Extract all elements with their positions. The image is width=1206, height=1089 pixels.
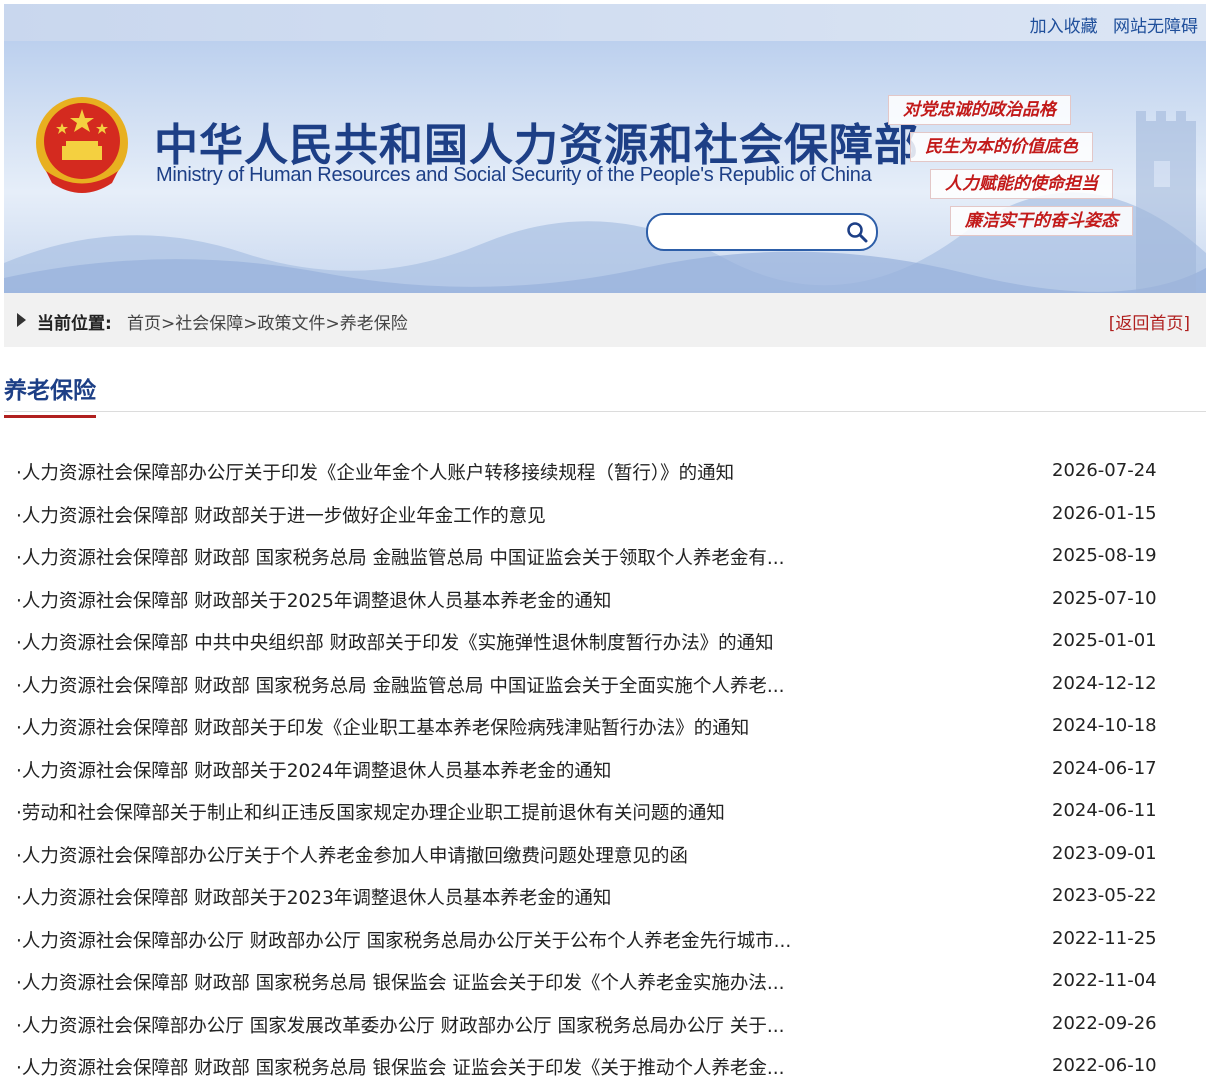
breadcrumb-policy-files[interactable]: 政策文件 bbox=[258, 314, 326, 334]
list-item[interactable]: ·人力资源社会保障部 财政部 国家税务总局 金融监管总局 中国证监会关于全面实施… bbox=[0, 664, 1206, 707]
article-title-link[interactable]: ·人力资源社会保障部 财政部关于印发《企业职工基本养老保险病残津贴暂行办法》的通… bbox=[16, 714, 749, 740]
article-title-link[interactable]: ·人力资源社会保障部 财政部关于2025年调整退休人员基本养老金的通知 bbox=[16, 587, 611, 613]
article-title-link[interactable]: ·人力资源社会保障部 财政部 国家税务总局 金融监管总局 中国证监会关于全面实施… bbox=[16, 672, 785, 698]
list-item[interactable]: ·劳动和社会保障部关于制止和纠正违反国家规定办理企业职工提前退休有关问题的通知 2… bbox=[0, 791, 1206, 834]
breadcrumb-separator: > bbox=[243, 314, 258, 334]
list-item[interactable]: ·人力资源社会保障部 财政部 国家税务总局 银保监会 证监会关于印发《关于推动个… bbox=[0, 1046, 1206, 1089]
breadcrumb-home[interactable]: 首页 bbox=[127, 314, 161, 334]
article-date: 2025-07-10 bbox=[1052, 587, 1157, 609]
article-title-link[interactable]: ·人力资源社会保障部 财政部关于2024年调整退休人员基本养老金的通知 bbox=[16, 757, 611, 783]
article-date: 2025-01-01 bbox=[1052, 630, 1157, 651]
article-date: 2024-10-18 bbox=[1052, 715, 1157, 736]
list-item[interactable]: ·人力资源社会保障部 财政部关于2024年调整退休人员基本养老金的通知 2024-… bbox=[0, 749, 1206, 792]
section-header: 养老保险 bbox=[4, 365, 1206, 418]
site-banner: 中华人民共和国人力资源和社会保障部 Ministry of Human Reso… bbox=[4, 41, 1206, 293]
article-title-link[interactable]: ·人力资源社会保障部办公厅关于印发《企业年金个人账户转移接续规程（暂行）》的通知 bbox=[16, 459, 734, 485]
article-date: 2026-07-24 bbox=[1052, 460, 1157, 481]
article-date: 2024-06-11 bbox=[1052, 800, 1157, 821]
list-item[interactable]: ·人力资源社会保障部办公厅 财政部办公厅 国家税务总局办公厅关于公布个人养老金先… bbox=[0, 919, 1206, 962]
article-date: 2023-09-01 bbox=[1052, 842, 1157, 864]
add-favorite-link[interactable]: 加入收藏 bbox=[1030, 17, 1098, 37]
top-utility-bar: 加入收藏 网站无障碍 bbox=[4, 4, 1206, 41]
article-title-link[interactable]: ·人力资源社会保障部 财政部 国家税务总局 金融监管总局 中国证监会关于领取个人… bbox=[16, 544, 785, 570]
breadcrumb-pension[interactable]: 养老保险 bbox=[340, 314, 408, 334]
article-title-link[interactable]: ·人力资源社会保障部 财政部关于2023年调整退休人员基本养老金的通知 bbox=[16, 884, 611, 910]
article-title-link[interactable]: ·人力资源社会保障部 中共中央组织部 财政部关于印发《实施弹性退休制度暂行办法》… bbox=[16, 629, 774, 655]
site-subtitle: Ministry of Human Resources and Social S… bbox=[156, 164, 872, 186]
slogan-1: 对党忠诚的政治品格 bbox=[888, 95, 1071, 125]
article-date: 2022-09-26 bbox=[1052, 1012, 1157, 1034]
list-item[interactable]: ·人力资源社会保障部 财政部关于进一步做好企业年金工作的意见 2026-01-15 bbox=[0, 494, 1206, 537]
breadcrumb-label: 当前位置: bbox=[37, 314, 112, 334]
breadcrumb-separator: > bbox=[325, 314, 340, 334]
play-arrow-icon bbox=[17, 313, 26, 327]
section-title: 养老保险 bbox=[4, 371, 96, 418]
back-home-link[interactable]: [返回首页] bbox=[1109, 309, 1190, 334]
article-date: 2025-08-19 bbox=[1052, 545, 1157, 566]
article-list: ·人力资源社会保障部办公厅关于印发《企业年金个人账户转移接续规程（暂行）》的通知… bbox=[0, 451, 1206, 1089]
list-item[interactable]: ·人力资源社会保障部 财政部 国家税务总局 银保监会 证监会关于印发《个人养老金… bbox=[0, 961, 1206, 1004]
slogan-2: 民生为本的价值底色 bbox=[910, 132, 1093, 162]
breadcrumb-social-security[interactable]: 社会保障 bbox=[175, 314, 243, 334]
article-title-link[interactable]: ·人力资源社会保障部办公厅 财政部办公厅 国家税务总局办公厅关于公布个人养老金先… bbox=[16, 927, 791, 953]
list-item[interactable]: ·人力资源社会保障部 财政部关于印发《企业职工基本养老保险病残津贴暂行办法》的通… bbox=[0, 706, 1206, 749]
article-title-link[interactable]: ·人力资源社会保障部 财政部 国家税务总局 银保监会 证监会关于印发《关于推动个… bbox=[16, 1054, 785, 1080]
article-date: 2024-06-17 bbox=[1052, 757, 1157, 779]
article-title-link[interactable]: ·人力资源社会保障部 财政部 国家税务总局 银保监会 证监会关于印发《个人养老金… bbox=[16, 969, 785, 995]
list-item[interactable]: ·人力资源社会保障部办公厅关于个人养老金参加人申请撤回缴费问题处理意见的函 202… bbox=[0, 834, 1206, 877]
great-wall-illustration bbox=[1136, 111, 1196, 293]
article-date: 2024-12-12 bbox=[1052, 672, 1157, 694]
article-title-link[interactable]: ·人力资源社会保障部办公厅 国家发展改革委办公厅 财政部办公厅 国家税务总局办公… bbox=[16, 1012, 785, 1038]
article-date: 2022-11-04 bbox=[1052, 970, 1157, 991]
search-box[interactable] bbox=[646, 213, 878, 251]
list-item[interactable]: ·人力资源社会保障部 财政部关于2023年调整退休人员基本养老金的通知 2023-… bbox=[0, 876, 1206, 919]
article-date: 2022-06-10 bbox=[1052, 1055, 1157, 1076]
article-date: 2026-01-15 bbox=[1052, 502, 1157, 524]
breadcrumb: 当前位置: 首页>社会保障>政策文件>养老保险 [返回首页] bbox=[4, 293, 1206, 347]
search-icon[interactable] bbox=[846, 221, 868, 243]
list-item[interactable]: ·人力资源社会保障部办公厅 国家发展改革委办公厅 财政部办公厅 国家税务总局办公… bbox=[0, 1004, 1206, 1047]
article-date: 2022-11-25 bbox=[1052, 927, 1157, 949]
article-title-link[interactable]: ·人力资源社会保障部办公厅关于个人养老金参加人申请撤回缴费问题处理意见的函 bbox=[16, 842, 688, 868]
utility-links: 加入收藏 网站无障碍 bbox=[1020, 12, 1198, 37]
accessibility-link[interactable]: 网站无障碍 bbox=[1113, 17, 1198, 37]
list-item[interactable]: ·人力资源社会保障部 财政部 国家税务总局 金融监管总局 中国证监会关于领取个人… bbox=[0, 536, 1206, 579]
slogan-3: 人力赋能的使命担当 bbox=[930, 169, 1113, 199]
breadcrumb-separator: > bbox=[161, 314, 176, 334]
breadcrumb-path: 首页>社会保障>政策文件>养老保险 bbox=[127, 309, 408, 334]
list-item[interactable]: ·人力资源社会保障部 财政部关于2025年调整退休人员基本养老金的通知 2025-… bbox=[0, 579, 1206, 622]
list-item[interactable]: ·人力资源社会保障部 中共中央组织部 财政部关于印发《实施弹性退休制度暂行办法》… bbox=[0, 621, 1206, 664]
list-item[interactable]: ·人力资源社会保障部办公厅关于印发《企业年金个人账户转移接续规程（暂行）》的通知… bbox=[0, 451, 1206, 494]
national-emblem-icon bbox=[36, 97, 128, 193]
article-title-link[interactable]: ·劳动和社会保障部关于制止和纠正违反国家规定办理企业职工提前退休有关问题的通知 bbox=[16, 799, 725, 825]
article-title-link[interactable]: ·人力资源社会保障部 财政部关于进一步做好企业年金工作的意见 bbox=[16, 502, 546, 528]
article-date: 2023-05-22 bbox=[1052, 885, 1157, 906]
slogan-4: 廉洁实干的奋斗姿态 bbox=[950, 206, 1133, 236]
